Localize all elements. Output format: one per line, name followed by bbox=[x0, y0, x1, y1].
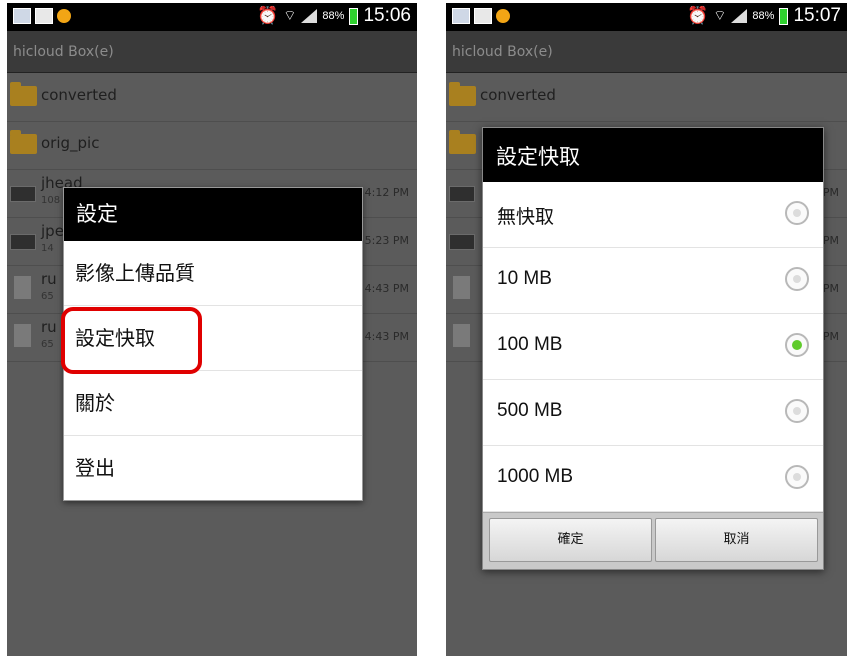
file-name: jpe bbox=[41, 222, 64, 240]
signal-icon bbox=[731, 9, 748, 23]
file-size: 108 bbox=[41, 195, 61, 206]
file-name: ru bbox=[41, 270, 57, 288]
executable-icon bbox=[449, 186, 475, 202]
folder-icon bbox=[449, 82, 476, 106]
app-title: hicloud Box(e) bbox=[7, 31, 417, 73]
option-label: 1000 MB bbox=[497, 466, 574, 487]
clock: 15:07 bbox=[793, 5, 841, 26]
app-title: hicloud Box(e) bbox=[446, 31, 847, 73]
alarm-icon: ⏰ bbox=[257, 6, 279, 25]
radio-button[interactable] bbox=[785, 333, 809, 357]
signal-icon bbox=[301, 9, 318, 23]
radio-button[interactable] bbox=[785, 267, 809, 291]
file-size: 14 bbox=[41, 243, 54, 254]
mail-icon bbox=[35, 8, 53, 24]
file-size: 65 bbox=[41, 291, 54, 302]
folder-icon bbox=[10, 82, 37, 106]
executable-icon bbox=[10, 234, 36, 250]
cancel-button[interactable]: 取消 bbox=[655, 518, 818, 562]
cache-option-10mb[interactable]: 10 MB bbox=[483, 248, 823, 314]
notification-icon bbox=[496, 9, 510, 23]
folder-icon bbox=[449, 130, 476, 154]
menu-item-about[interactable]: 關於 bbox=[64, 371, 362, 436]
file-name: ru bbox=[41, 318, 57, 336]
document-icon bbox=[14, 324, 31, 347]
file-row-converted[interactable]: converted bbox=[7, 74, 417, 122]
wifi-icon: ⌔ bbox=[713, 7, 727, 23]
cache-option-500mb[interactable]: 500 MB bbox=[483, 380, 823, 446]
radio-button[interactable] bbox=[785, 201, 809, 225]
battery-percent: 88% bbox=[752, 10, 775, 22]
radio-button[interactable] bbox=[785, 399, 809, 423]
file-size: 65 bbox=[41, 339, 54, 350]
menu-item-logout[interactable]: 登出 bbox=[64, 436, 362, 500]
dialog-title: 設定快取 bbox=[483, 128, 823, 182]
cache-settings-dialog: 設定快取 無快取 10 MB 100 MB 500 MB 1000 MB 確定 … bbox=[482, 127, 824, 570]
alarm-icon: ⏰ bbox=[687, 6, 709, 25]
option-label: 10 MB bbox=[497, 268, 552, 289]
dialog-title: 設定 bbox=[64, 188, 362, 241]
battery-icon bbox=[349, 7, 359, 25]
option-label: 100 MB bbox=[497, 334, 563, 355]
file-date: 5:23 PM bbox=[364, 234, 409, 247]
document-icon bbox=[14, 276, 31, 299]
option-label: 無快取 bbox=[497, 207, 555, 228]
folder-icon bbox=[10, 130, 37, 154]
file-name: converted bbox=[41, 86, 117, 104]
notification-icon bbox=[57, 9, 71, 23]
clock: 15:06 bbox=[363, 5, 411, 26]
confirm-button[interactable]: 確定 bbox=[489, 518, 652, 562]
document-icon bbox=[453, 276, 470, 299]
mail-icon bbox=[474, 8, 492, 24]
file-row-converted[interactable]: converted bbox=[446, 74, 847, 122]
document-icon bbox=[453, 324, 470, 347]
cache-option-100mb[interactable]: 100 MB bbox=[483, 314, 823, 380]
battery-icon bbox=[779, 7, 789, 25]
status-bar: ⏰ ⌔ 88% 15:07 bbox=[446, 3, 847, 31]
file-row-orig-pic[interactable]: orig_pic bbox=[7, 122, 417, 170]
option-label: 500 MB bbox=[497, 400, 563, 421]
cache-option-1000mb[interactable]: 1000 MB bbox=[483, 446, 823, 512]
radio-button[interactable] bbox=[785, 465, 809, 489]
file-date: 4:43 PM bbox=[364, 282, 409, 295]
executable-icon bbox=[10, 186, 36, 202]
wifi-icon: ⌔ bbox=[283, 7, 297, 23]
file-date: 4:43 PM bbox=[364, 330, 409, 343]
file-name: orig_pic bbox=[41, 134, 100, 152]
battery-percent: 88% bbox=[322, 10, 345, 22]
executable-icon bbox=[449, 234, 475, 250]
file-date: PM bbox=[822, 234, 839, 247]
dialog-button-bar: 確定 取消 bbox=[483, 512, 823, 569]
menu-item-upload-quality[interactable]: 影像上傳品質 bbox=[64, 241, 362, 306]
file-name: converted bbox=[480, 86, 556, 104]
file-date: PM bbox=[822, 282, 839, 295]
file-date: PM bbox=[822, 186, 839, 199]
status-bar: ⏰ ⌔ 88% 15:06 bbox=[7, 3, 417, 31]
file-date: PM bbox=[822, 330, 839, 343]
highlight-annotation bbox=[61, 307, 202, 374]
gallery-icon bbox=[452, 8, 470, 24]
gallery-icon bbox=[13, 8, 31, 24]
cache-option-none[interactable]: 無快取 bbox=[483, 182, 823, 248]
